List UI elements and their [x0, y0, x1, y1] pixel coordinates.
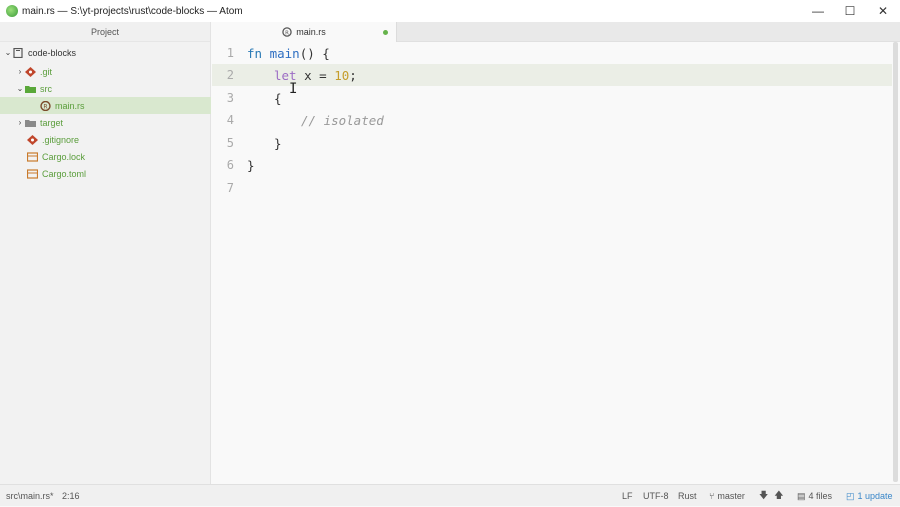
window-title: main.rs — S:\yt-projects\rust\code-block…	[22, 5, 243, 17]
package-icon	[27, 151, 38, 162]
tree-item-label: Cargo.toml	[42, 168, 87, 179]
status-file-path[interactable]: src\main.rs*	[6, 485, 54, 507]
folder-icon	[25, 119, 36, 127]
rust-file-icon: R	[282, 27, 292, 37]
tree-item-target[interactable]: › target	[0, 114, 211, 131]
vertical-scrollbar[interactable]	[893, 42, 898, 482]
git-icon	[25, 66, 36, 77]
tab-main-rs[interactable]: R main.rs	[212, 22, 397, 42]
tree-item-root[interactable]: ⌄ code-blocks	[0, 44, 211, 61]
code-editor[interactable]: 1 fn main() { 2 let x = 10; 3 { 4 // iso…	[212, 42, 892, 484]
tree-item-main-rs[interactable]: R main.rs	[0, 97, 211, 114]
line-number: 1	[226, 46, 234, 60]
tree-item-label: .gitignore	[42, 134, 80, 145]
tree-item-git[interactable]: › .git	[0, 63, 211, 80]
code-text: }	[274, 135, 282, 151]
code-text: let x = 10;	[274, 67, 357, 83]
text-cursor-icon: I	[289, 81, 298, 97]
line-number: 7	[226, 181, 234, 195]
tree-item-gitignore[interactable]: .gitignore	[0, 131, 211, 148]
tree-item-label: .git	[40, 66, 53, 77]
package-icon	[27, 168, 38, 179]
modified-indicator-icon	[383, 30, 388, 35]
status-update[interactable]: ◰ 1 update	[846, 485, 893, 507]
status-line-ending[interactable]: LF	[622, 485, 633, 507]
rust-file-icon: R	[40, 100, 51, 111]
code-line-current: 2 let x = 10;	[212, 64, 892, 86]
tree-item-label: target	[40, 117, 64, 128]
chevron-right-icon: ›	[18, 67, 22, 76]
tab-label: main.rs	[296, 27, 326, 37]
minimize-button[interactable]: —	[802, 0, 834, 22]
chevron-down-icon: ⌄	[16, 84, 24, 93]
tree-item-label: Cargo.lock	[42, 151, 86, 162]
tree-item-cargo-toml[interactable]: Cargo.toml	[0, 165, 211, 182]
line-number: 4	[226, 113, 234, 127]
line-number: 6	[226, 158, 234, 172]
close-button[interactable]: ✕	[867, 0, 899, 22]
project-tree-header[interactable]: Project	[0, 22, 210, 42]
file-icon: ▤	[797, 490, 806, 501]
repo-icon	[13, 47, 23, 58]
maximize-button[interactable]: ☐	[834, 0, 866, 22]
status-grammar[interactable]: Rust	[678, 485, 697, 507]
tree-item-cargo-lock[interactable]: Cargo.lock	[0, 148, 211, 165]
code-line: 5 }	[212, 132, 892, 154]
code-line: 4 // isolated	[212, 109, 892, 131]
chevron-down-icon: ⌄	[4, 48, 12, 57]
tree-item-label: main.rs	[55, 100, 85, 111]
line-number: 5	[226, 136, 234, 150]
status-bar: src\main.rs* 2:16 LF UTF-8 Rust ⑂ master …	[0, 484, 900, 506]
git-branch-icon: ⑂	[709, 491, 715, 501]
code-text: }	[247, 157, 255, 173]
tab-bar: R main.rs	[212, 22, 900, 42]
line-number: 3	[226, 91, 234, 105]
update-icon: ◰	[846, 490, 855, 501]
status-branch[interactable]: ⑂ master	[709, 485, 745, 507]
code-line: 7	[212, 177, 892, 199]
project-tree: Project ⌄ code-blocks › .git ⌄ src R mai…	[0, 22, 211, 484]
code-line: 6 }	[212, 154, 892, 176]
minimize-icon: —	[812, 4, 824, 18]
code-text: fn main() {	[247, 45, 330, 61]
title-bar: main.rs — S:\yt-projects\rust\code-block…	[0, 0, 900, 22]
code-line: 3 {	[212, 87, 892, 109]
folder-icon	[25, 85, 36, 93]
tree-item-label: code-blocks	[28, 47, 77, 58]
status-cursor-position[interactable]: 2:16	[62, 485, 80, 507]
tree-item-src[interactable]: ⌄ src	[0, 80, 211, 97]
atom-app-icon	[6, 5, 18, 17]
status-encoding[interactable]: UTF-8	[643, 485, 669, 507]
arrow-up-icon: 🡅	[774, 490, 784, 500]
line-number: 2	[226, 68, 234, 82]
code-line: 1 fn main() {	[212, 42, 892, 64]
code-comment: // isolated	[301, 112, 384, 128]
code-text: {	[274, 90, 282, 106]
svg-text:R: R	[43, 103, 47, 110]
tree-item-label: src	[40, 83, 52, 94]
maximize-icon: ☐	[844, 4, 856, 18]
chevron-right-icon: ›	[18, 118, 22, 127]
svg-text:R: R	[285, 30, 289, 36]
status-fetch[interactable]: 🡇 🡅	[759, 485, 784, 507]
arrow-down-icon: 🡇	[759, 490, 769, 500]
status-files[interactable]: ▤ 4 files	[797, 485, 832, 507]
close-icon: ✕	[877, 4, 889, 18]
git-icon	[27, 134, 38, 145]
